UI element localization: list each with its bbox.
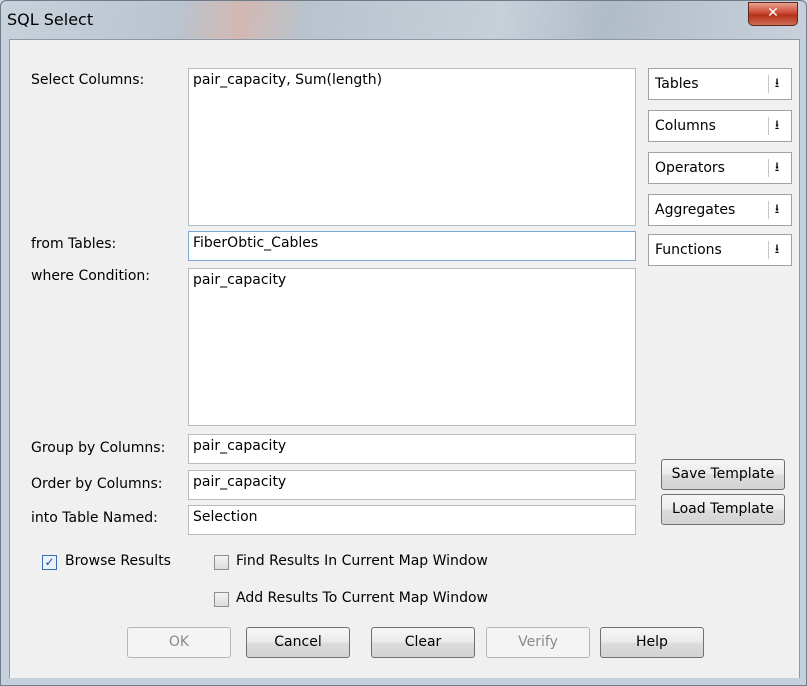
chevron-down-icon: ⭳ [768,75,785,93]
clear-button[interactable]: Clear [371,627,475,658]
dropdown-label: Operators [655,160,725,176]
sql-select-dialog: SQL Select ✕ Select Columns: from Tables… [0,0,807,686]
ok-button[interactable]: OK [127,627,231,658]
tables-dropdown[interactable]: Tables ⭳ [648,68,792,100]
close-button[interactable]: ✕ [748,2,798,26]
browse-results-checkbox[interactable]: ✓ [42,555,57,570]
verify-button[interactable]: Verify [486,627,590,658]
functions-dropdown[interactable]: Functions ⭳ [648,234,792,266]
find-results-label: Find Results In Current Map Window [236,553,488,569]
save-template-button[interactable]: Save Template [661,459,785,490]
select-columns-label: Select Columns: [31,72,145,88]
chevron-down-icon: ⭳ [768,241,785,259]
into-table-field[interactable]: Selection [188,505,636,535]
columns-dropdown[interactable]: Columns ⭳ [648,110,792,142]
order-by-label: Order by Columns: [31,476,163,492]
dropdown-label: Functions [655,242,722,258]
title-bar[interactable]: SQL Select ✕ [1,1,806,39]
window-frame-bottom [1,678,806,685]
aggregates-dropdown[interactable]: Aggregates ⭳ [648,194,792,226]
dropdown-label: Columns [655,118,716,134]
add-results-checkbox[interactable] [214,592,229,607]
cancel-button[interactable]: Cancel [246,627,350,658]
group-by-field[interactable]: pair_capacity [188,434,636,464]
dropdown-label: Tables [655,76,699,92]
select-columns-field[interactable]: pair_capacity, Sum(length) [188,68,636,226]
browse-results-label: Browse Results [65,553,171,569]
where-condition-field[interactable]: pair_capacity [188,268,636,426]
chevron-down-icon: ⭳ [768,159,785,177]
chevron-down-icon: ⭳ [768,117,785,135]
from-tables-field[interactable]: FiberObtic_Cables [188,231,636,261]
add-results-label: Add Results To Current Map Window [236,590,488,606]
load-template-button[interactable]: Load Template [661,494,785,525]
chevron-down-icon: ⭳ [768,201,785,219]
close-icon: ✕ [767,5,779,21]
dropdown-label: Aggregates [655,202,736,218]
from-tables-label: from Tables: [31,236,117,252]
order-by-field[interactable]: pair_capacity [188,470,636,500]
dialog-body: Select Columns: from Tables: where Condi… [9,39,800,680]
where-condition-label: where Condition: [31,268,150,284]
find-results-checkbox[interactable] [214,555,229,570]
operators-dropdown[interactable]: Operators ⭳ [648,152,792,184]
help-button[interactable]: Help [600,627,704,658]
window-title: SQL Select [7,10,94,29]
group-by-label: Group by Columns: [31,440,166,456]
into-table-label: into Table Named: [31,510,158,526]
